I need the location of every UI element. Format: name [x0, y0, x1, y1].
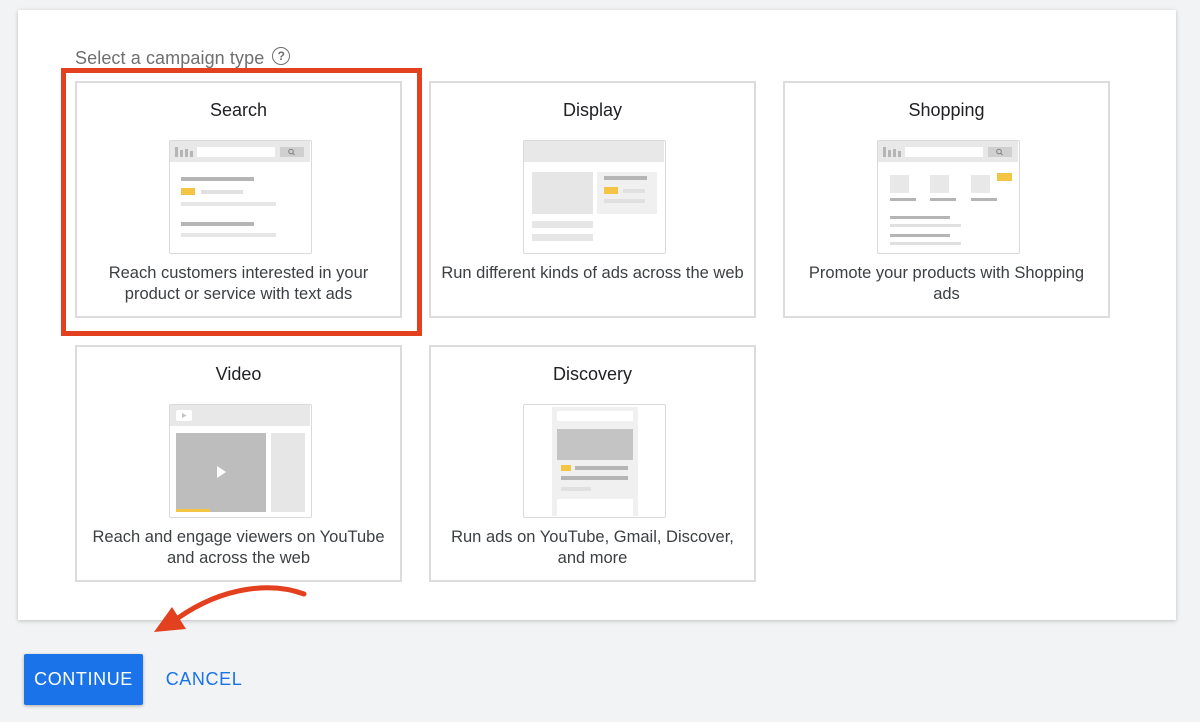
video-illustration-icon	[169, 404, 312, 518]
card-title: Shopping	[908, 100, 985, 120]
campaign-card-video[interactable]: Video Reach and engage viewers on YouTub…	[75, 345, 402, 582]
shopping-illustration-icon	[877, 140, 1020, 254]
help-icon[interactable]: ?	[272, 46, 291, 65]
campaign-card-search[interactable]: Search Reach customers interested in you…	[75, 81, 402, 318]
card-title: Display	[562, 100, 623, 120]
card-description: Run ads on YouTube, Gmail, Discover, and…	[451, 528, 734, 567]
campaign-card-shopping[interactable]: Shopping Promote your products with Shop…	[783, 81, 1110, 318]
card-description: Promote your products with Shopping ads	[808, 264, 1085, 303]
card-title: Discovery	[552, 364, 632, 384]
discovery-illustration-icon	[523, 404, 666, 518]
card-title: Search	[209, 100, 268, 120]
section-label: Select a campaign type ?	[75, 46, 291, 69]
continue-button[interactable]: CONTINUE	[24, 654, 143, 705]
display-illustration-icon	[523, 140, 666, 254]
campaign-card-discovery[interactable]: Discovery Run ads on YouTube, Gmail, Dis…	[429, 345, 756, 582]
card-title: Video	[215, 364, 262, 384]
cancel-button[interactable]: CANCEL	[156, 654, 252, 705]
card-description: Reach and engage viewers on YouTube and …	[92, 528, 385, 567]
card-description: Run different kinds of ads across the we…	[441, 264, 744, 282]
campaign-card-display[interactable]: Display Run different kinds of ads acros…	[429, 81, 756, 318]
search-illustration-icon	[169, 140, 312, 254]
section-label-text: Select a campaign type	[75, 48, 265, 68]
card-description: Reach customers interested in your produ…	[108, 264, 369, 303]
